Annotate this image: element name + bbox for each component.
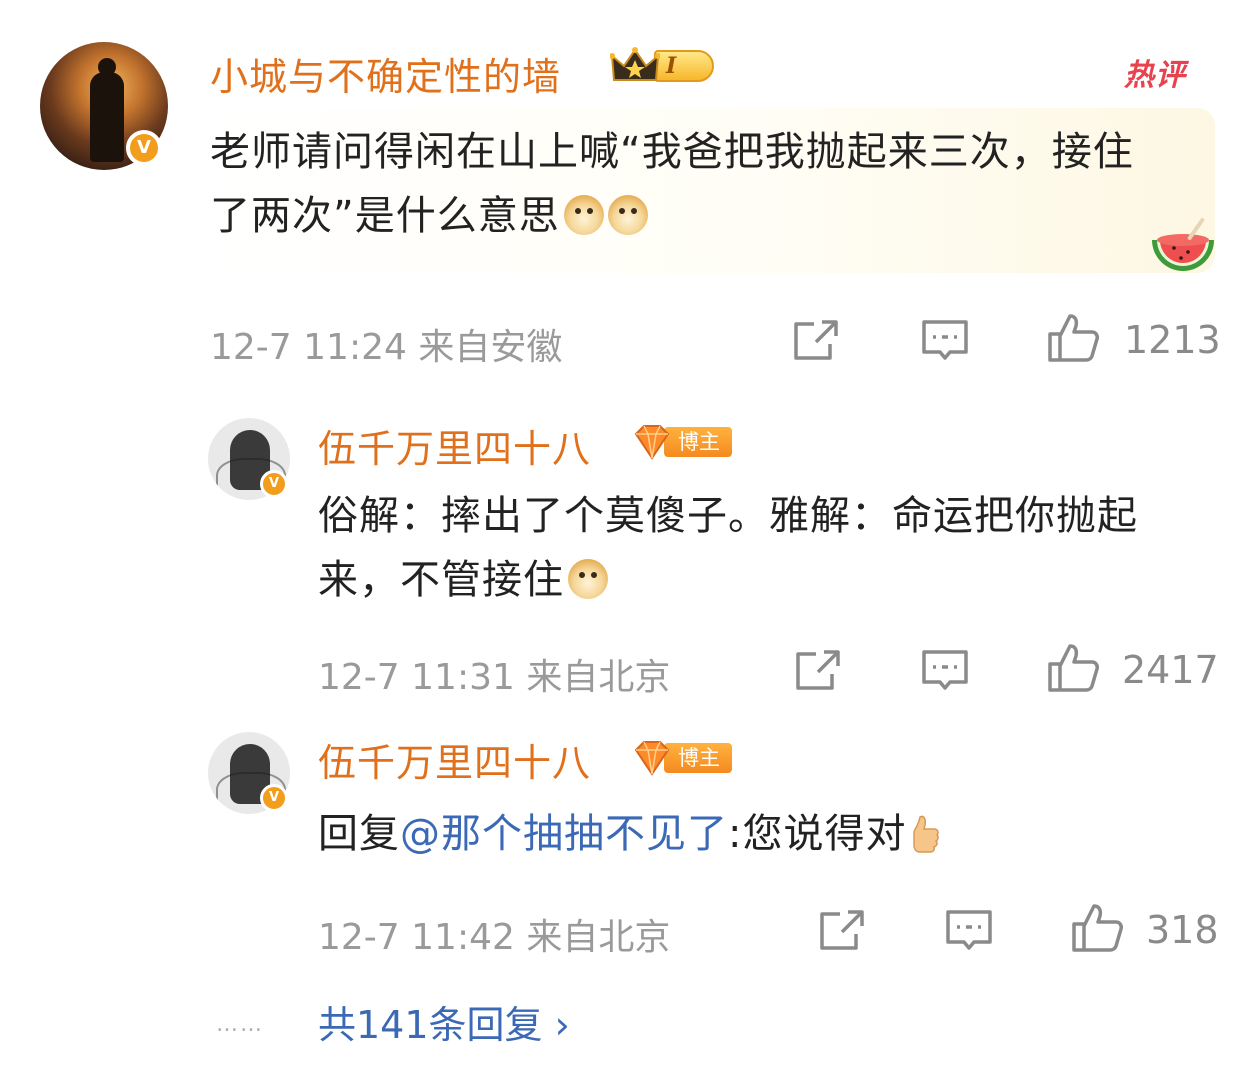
reply-text: 俗解：摔出了个莫傻子。雅解：命运把你抛起来，不管接住 bbox=[318, 493, 1138, 603]
blogger-badge: 博主 bbox=[632, 424, 732, 460]
verified-badge: V bbox=[260, 470, 288, 498]
doge-emoji-icon bbox=[563, 195, 604, 235]
share-button[interactable] bbox=[794, 648, 842, 692]
thumbs-up-icon bbox=[1072, 904, 1123, 952]
like-button[interactable] bbox=[1046, 312, 1102, 364]
verified-badge: V bbox=[126, 130, 162, 166]
reply-username[interactable]: 伍千万里四十八 bbox=[318, 418, 591, 473]
reply-time: 12-7 11:31 bbox=[318, 657, 515, 698]
thumbs-up-emoji-icon bbox=[910, 808, 940, 853]
blogger-badge: 博主 bbox=[632, 740, 732, 776]
view-more-replies-link[interactable]: 共141条回复 › bbox=[318, 994, 570, 1049]
comment-time: 12-7 11:24 bbox=[210, 327, 407, 368]
hot-comment-label: 热评 bbox=[1124, 58, 1186, 93]
doge-emoji-icon bbox=[568, 559, 608, 599]
chevron-right-icon: › bbox=[554, 1003, 570, 1047]
share-button[interactable] bbox=[818, 908, 866, 952]
main-comment-username[interactable]: 小城与不确定性的墙 bbox=[210, 46, 561, 101]
reply-prefix: 回复 bbox=[318, 811, 400, 857]
reply-location: 来自北京 bbox=[526, 917, 671, 958]
comment-icon bbox=[922, 320, 968, 360]
level-badge: I bbox=[609, 46, 714, 86]
share-icon bbox=[796, 650, 840, 690]
level-number: I bbox=[654, 50, 714, 82]
comment-button[interactable] bbox=[920, 648, 970, 694]
like-count: 2417 bbox=[1122, 648, 1219, 692]
main-comment-content: 老师请问得闲在山上喊“我爸把我抛起来三次，接住了两次”是什么意思 bbox=[210, 120, 1170, 248]
reply-text: :您说得对 bbox=[728, 811, 907, 857]
crown-gem-icon bbox=[632, 740, 672, 776]
reply-location: 来自北京 bbox=[526, 657, 671, 698]
like-count: 318 bbox=[1146, 908, 1219, 952]
main-comment-meta: 12-7 11:24 来自安徽 bbox=[210, 318, 562, 370]
comment-button[interactable] bbox=[920, 318, 970, 364]
thumbs-up-icon bbox=[1048, 314, 1099, 362]
watermelon-icon bbox=[1148, 210, 1218, 280]
like-button[interactable] bbox=[1046, 642, 1102, 694]
share-icon bbox=[794, 320, 838, 360]
comment-location: 来自安徽 bbox=[418, 327, 563, 368]
like-button[interactable] bbox=[1070, 902, 1126, 954]
reply-meta: 12-7 11:31 来自北京 bbox=[318, 648, 670, 700]
comment-icon bbox=[946, 910, 992, 950]
verified-badge: V bbox=[260, 784, 288, 812]
reply-time: 12-7 11:42 bbox=[318, 917, 515, 958]
like-count: 1213 bbox=[1124, 318, 1221, 362]
reply-username[interactable]: 伍千万里四十八 bbox=[318, 732, 591, 787]
share-button[interactable] bbox=[792, 318, 840, 362]
crown-gem-icon bbox=[632, 424, 672, 460]
comment-icon bbox=[922, 650, 968, 690]
reply-content: 俗解：摔出了个莫傻子。雅解：命运把你抛起来，不管接住 bbox=[318, 484, 1198, 612]
comment-text: 老师请问得闲在山上喊“我爸把我抛起来三次，接住了两次”是什么意思 bbox=[210, 129, 1134, 239]
doge-emoji-icon bbox=[607, 195, 648, 235]
thumbs-up-icon bbox=[1048, 644, 1099, 692]
more-dots: …… bbox=[216, 1012, 264, 1037]
blogger-tag: 博主 bbox=[664, 743, 732, 773]
comment-button[interactable] bbox=[944, 908, 994, 954]
blogger-tag: 博主 bbox=[664, 427, 732, 457]
crown-icon bbox=[609, 46, 661, 86]
mention-link[interactable]: @那个抽抽不见了 bbox=[400, 811, 728, 857]
share-icon bbox=[820, 910, 864, 950]
more-replies-label: 共141条回复 bbox=[318, 1003, 543, 1047]
avatar-figure bbox=[90, 58, 124, 162]
reply-meta: 12-7 11:42 来自北京 bbox=[318, 908, 670, 960]
reply-content: 回复@那个抽抽不见了:您说得对 bbox=[318, 802, 1198, 866]
